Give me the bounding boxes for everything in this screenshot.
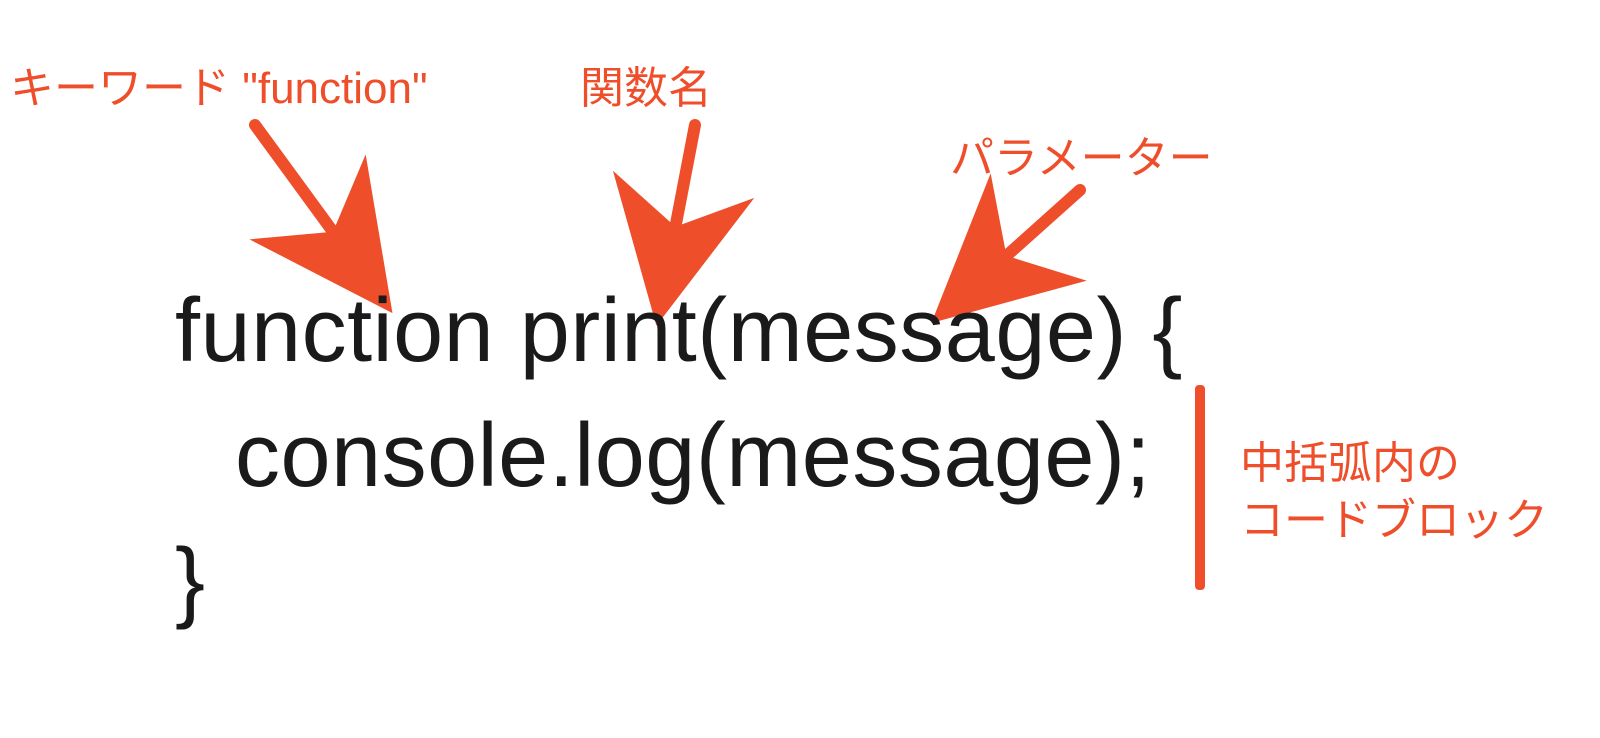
annotation-keyword-label: キーワード "function" [10,60,428,117]
annotation-function-name-label: 関数名 [580,60,712,117]
code-line-1: function print(message) { [175,280,1183,383]
arrow-keyword-icon [240,115,390,275]
annotation-code-block-label: 中括弧内の コードブロック [1240,435,1548,549]
code-line-2: console.log(message); [235,405,1151,508]
annotation-parameter-label: パラメーター [950,130,1213,187]
code-block-indicator-line [1195,385,1205,590]
annotation-code-block-line1: 中括弧内の [1240,435,1548,492]
annotation-code-block-line2: コードブロック [1240,492,1548,549]
code-line-3: } [175,530,206,633]
arrow-function-name-icon [630,115,750,275]
